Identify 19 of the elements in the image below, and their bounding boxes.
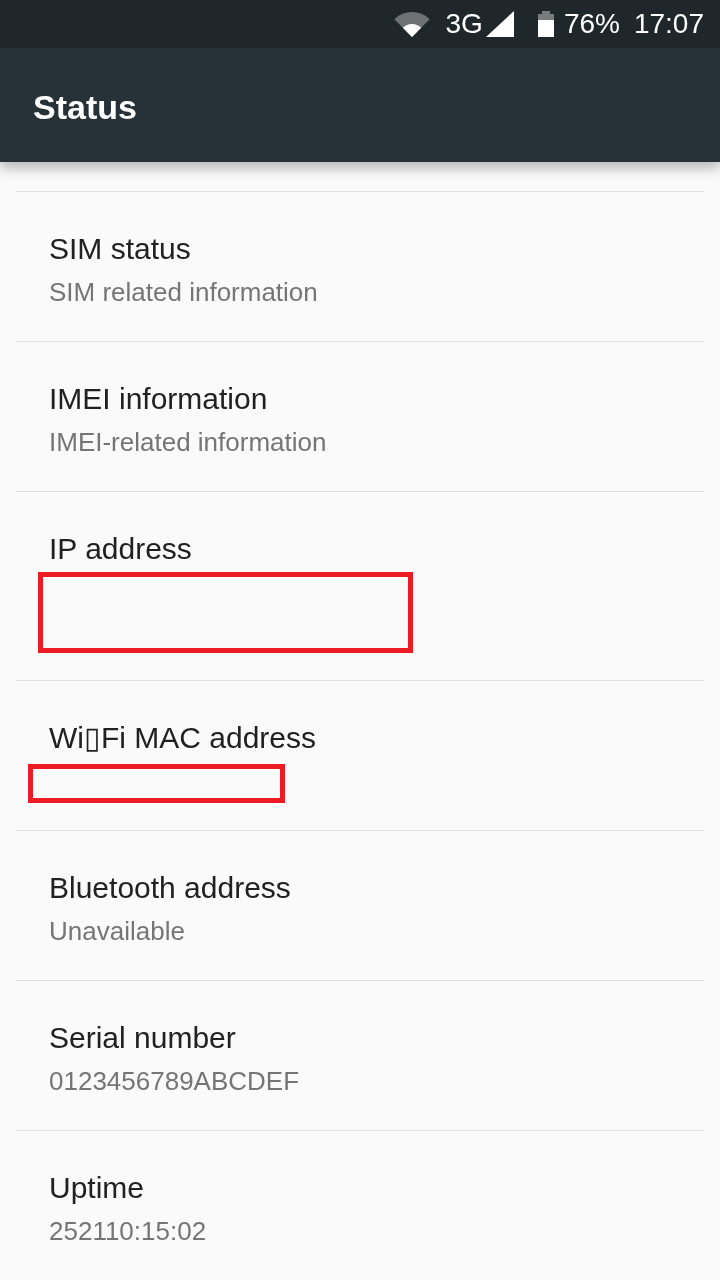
setting-summary: 0123456789ABCDEF (49, 1065, 300, 1097)
setting-title: Serial number (49, 1020, 236, 1056)
setting-title: Bluetooth address (49, 870, 291, 906)
setting-title: Wi▯Fi MAC address (49, 720, 317, 756)
screen-title: Status (33, 87, 137, 127)
clock-time: 17:07 (633, 8, 704, 40)
setting-title: SIM status (49, 231, 191, 267)
setting-title: Uptime (49, 1170, 145, 1206)
signal-icon (485, 11, 514, 37)
setting-summary: IMEI-related information (49, 426, 327, 458)
network-type: 3G (445, 8, 483, 40)
battery-percent: 76% (563, 8, 620, 40)
setting-summary: Unavailable (49, 915, 185, 947)
setting-title: IMEI information (49, 381, 268, 417)
setting-title: IP address (49, 531, 192, 567)
setting-summary: 252110:15:02 (49, 1215, 207, 1247)
setting-summary: SIM related information (49, 276, 318, 308)
battery-icon (537, 11, 554, 37)
wifi-icon (393, 11, 430, 37)
